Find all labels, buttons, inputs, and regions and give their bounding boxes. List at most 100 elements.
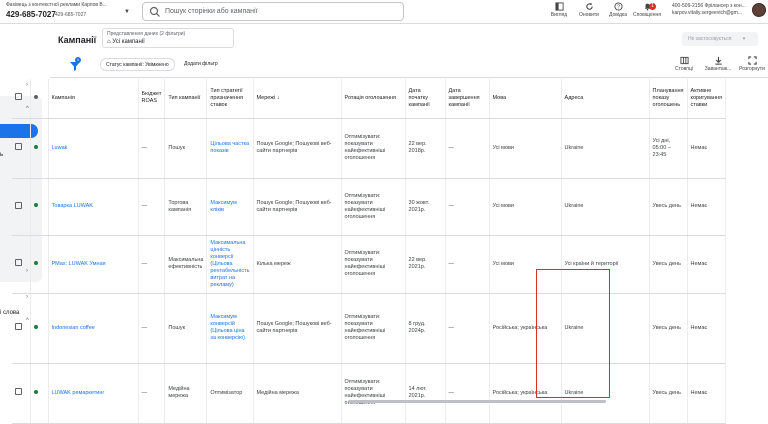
header-bid-adjustment[interactable]: Активне коригування ставки bbox=[687, 79, 726, 119]
table-row[interactable]: Luwak — Пошук Цільова частка показів Пош… bbox=[12, 118, 726, 179]
row-checkbox[interactable] bbox=[15, 143, 22, 150]
view-value: ⌂ Усі кампанії bbox=[107, 39, 229, 45]
language-cell: Усі мови bbox=[489, 178, 562, 236]
view-label: Представлення даних (2 фільтри) bbox=[107, 31, 186, 37]
appearance-button[interactable]: Вигляд bbox=[544, 2, 574, 22]
columns-button[interactable]: Стовпці bbox=[668, 56, 700, 72]
enabled-status-icon[interactable] bbox=[33, 144, 38, 149]
table-row[interactable]: Товарка LUWAK — Торгова кампанія Максиму… bbox=[12, 178, 726, 236]
columns-label: Стовпці bbox=[675, 66, 693, 72]
download-button[interactable]: Завантаж... bbox=[702, 56, 734, 72]
rotation-cell: Оптимізувати: показувати найефективніші … bbox=[341, 118, 406, 179]
sidebar-item-label[interactable]: ь bbox=[0, 152, 3, 158]
account-id[interactable]: 429-685-7027 bbox=[6, 10, 56, 19]
row-status-cell[interactable] bbox=[30, 293, 49, 364]
refresh-label: Оновити bbox=[579, 12, 599, 18]
row-checkbox[interactable] bbox=[15, 259, 22, 266]
apply-dropdown[interactable]: Не застосовується ▾ bbox=[682, 32, 758, 46]
horizontal-scrollbar[interactable] bbox=[348, 400, 606, 403]
notification-badge: 1 bbox=[649, 3, 656, 10]
row-checkbox[interactable] bbox=[15, 388, 22, 395]
row-checkbox-cell[interactable] bbox=[12, 293, 31, 364]
notifications-button[interactable]: 1 Сповіщення bbox=[632, 2, 662, 22]
row-checkbox-cell[interactable] bbox=[12, 235, 31, 294]
header-language[interactable]: Мова bbox=[489, 79, 562, 119]
row-status-cell[interactable] bbox=[30, 363, 49, 424]
strategy-link[interactable]: Максимум кліків bbox=[206, 178, 254, 236]
header-location[interactable]: Адреса bbox=[561, 79, 650, 119]
campaign-name-link[interactable]: PMax: LUWAK Умная bbox=[48, 235, 139, 294]
row-status-cell[interactable] bbox=[30, 235, 49, 294]
header-strategy[interactable]: Тип стратегії призначення ставок bbox=[206, 79, 254, 119]
add-filter-button[interactable]: Додати фільтр bbox=[184, 61, 218, 67]
help-icon: ? bbox=[613, 2, 623, 11]
user-info[interactable]: 400-509-2156 Фрілансер з кон... karpov.v… bbox=[672, 3, 746, 17]
row-checkbox[interactable] bbox=[15, 323, 22, 330]
campaigns-table: Кампанія Бюджет ROAS Тип кампанії Тип ст… bbox=[12, 79, 726, 424]
header-end-date[interactable]: Дата завершення кампанії bbox=[445, 79, 490, 119]
refresh-icon bbox=[585, 2, 593, 10]
apply-label: Не застосовується bbox=[688, 36, 732, 42]
svg-text:?: ? bbox=[617, 5, 620, 11]
table-row[interactable]: PMax: LUWAK Умная — Максимальна ефективн… bbox=[12, 235, 726, 294]
expand-button[interactable]: Розгорнути bbox=[736, 56, 768, 72]
header-networks[interactable]: Мережі ↓ bbox=[253, 79, 342, 119]
status-filter-chip[interactable]: Статус кампанії: Увімкнено bbox=[100, 58, 175, 71]
account-chevron-down-icon[interactable]: ▼ bbox=[124, 9, 130, 15]
enabled-status-icon[interactable] bbox=[33, 260, 38, 265]
enabled-status-icon[interactable] bbox=[33, 324, 38, 329]
header-schedule[interactable]: Планування показу оголошень bbox=[649, 79, 688, 119]
filter-button[interactable]: 1 bbox=[68, 57, 82, 73]
account-name[interactable]: Фахівець з контекстної реклами Карпов В.… bbox=[6, 2, 107, 8]
header-type[interactable]: Тип кампанії bbox=[164, 79, 208, 119]
row-checkbox-cell[interactable] bbox=[12, 363, 31, 424]
row-checkbox[interactable] bbox=[15, 201, 22, 209]
budget-cell: — bbox=[138, 178, 166, 236]
header-select-all[interactable] bbox=[12, 79, 31, 119]
end-date-cell: — bbox=[445, 363, 490, 424]
view-selector[interactable]: Представлення даних (2 фільтри) ⌂ Усі ка… bbox=[102, 28, 234, 48]
rotation-cell: Оптимізувати: показувати найефективніші … bbox=[341, 235, 406, 294]
type-cell: Максимальна ефективність bbox=[164, 235, 208, 294]
language-highlight-box bbox=[536, 269, 610, 398]
table-row[interactable]: LUWAK ремаркетинг — Медійна мережа Оптим… bbox=[12, 363, 726, 424]
budget-cell: — bbox=[138, 235, 166, 294]
schedule-cell: Усі дні, 05:00 – 23:45 bbox=[649, 118, 688, 179]
campaign-name-link[interactable]: Товарка LUWAK bbox=[48, 178, 139, 236]
strategy-link[interactable]: Максимум конверсій (Цільова ціна за конв… bbox=[206, 293, 254, 364]
campaign-name-link[interactable]: Indonesian coffee bbox=[48, 293, 139, 364]
notifications-label: Сповіщення bbox=[633, 12, 661, 18]
avatar[interactable] bbox=[752, 3, 766, 17]
end-date-cell: — bbox=[445, 235, 490, 294]
bid-adjustment-cell: Немає bbox=[687, 178, 726, 236]
row-status-cell[interactable] bbox=[30, 118, 49, 179]
header-budget[interactable]: Бюджет ROAS bbox=[138, 79, 166, 119]
search-placeholder[interactable]: Пошук сторінки або кампанії bbox=[165, 8, 258, 15]
row-status-cell[interactable] bbox=[30, 178, 49, 236]
budget-cell: — bbox=[138, 118, 166, 179]
row-checkbox-cell[interactable] bbox=[12, 178, 31, 236]
help-button[interactable]: ? Довідка bbox=[603, 2, 633, 22]
schedule-cell: Увесь день bbox=[649, 235, 688, 294]
end-date-cell: — bbox=[445, 118, 490, 179]
enabled-status-icon[interactable] bbox=[33, 389, 38, 394]
campaign-name-link[interactable]: LUWAK ремаркетинг bbox=[48, 363, 139, 424]
header-rotation[interactable]: Ротація оголошення bbox=[341, 79, 406, 119]
table-row[interactable]: Indonesian coffee — Пошук Максимум конве… bbox=[12, 293, 726, 364]
strategy-link[interactable]: Цільова частка показів bbox=[206, 118, 254, 179]
enabled-status-icon[interactable] bbox=[33, 203, 38, 207]
start-date-cell: 22 вер. 2018р. bbox=[405, 118, 446, 179]
search-box[interactable]: Пошук сторінки або кампанії bbox=[142, 2, 404, 21]
campaign-name-link[interactable]: Luwak bbox=[48, 118, 139, 179]
rotation-cell: Оптимізувати: показувати найефективніші … bbox=[341, 178, 406, 236]
header-start-date[interactable]: Дата початку кампанії bbox=[405, 79, 446, 119]
language-cell: Усі мови bbox=[489, 118, 562, 179]
refresh-button[interactable]: Оновити bbox=[574, 2, 604, 22]
select-all-checkbox[interactable] bbox=[15, 93, 22, 101]
strategy-link[interactable]: Максимальна цінність конверсії (Цільова … bbox=[206, 235, 254, 294]
header-campaign[interactable]: Кампанія bbox=[48, 79, 139, 119]
user-email: karpov.vitaliy.sergeevich@gm... bbox=[672, 10, 742, 16]
row-checkbox-cell[interactable] bbox=[12, 118, 31, 179]
end-date-cell: — bbox=[445, 178, 490, 236]
filter-count-badge: 1 bbox=[75, 57, 81, 63]
